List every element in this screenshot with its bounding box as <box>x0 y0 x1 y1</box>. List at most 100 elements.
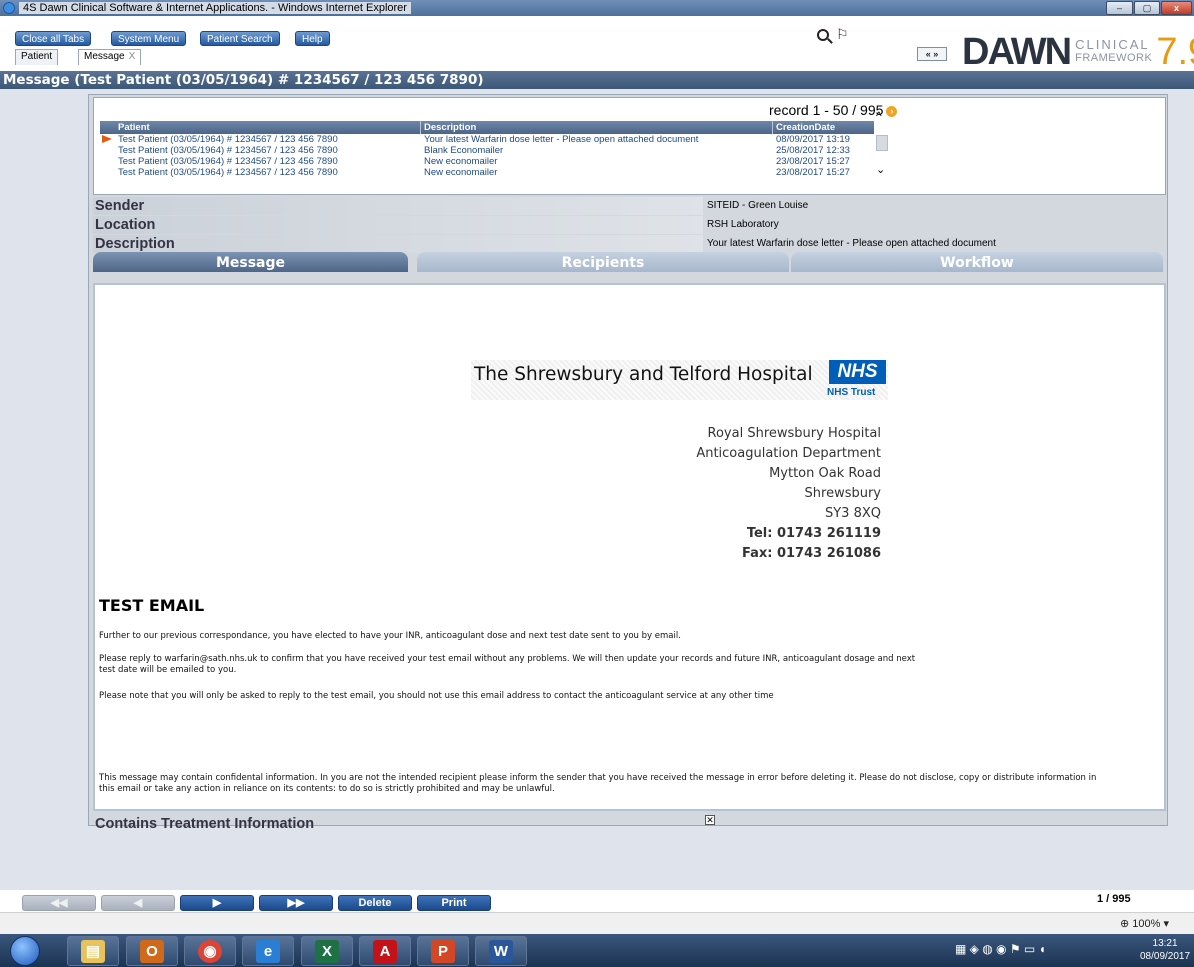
close-tab-icon[interactable]: X <box>129 51 136 62</box>
address-line: Shrewsbury <box>804 486 881 501</box>
zoom-level[interactable]: ⊕ 100% ▾ <box>1120 917 1169 930</box>
excel-icon: X <box>315 940 339 963</box>
tab-workflow[interactable]: Workflow <box>791 252 1163 272</box>
tab-patient[interactable]: Patient <box>15 49 59 65</box>
treatment-field: Contains Treatment Information ✕ <box>93 814 1166 832</box>
delete-button[interactable]: Delete <box>338 895 412 911</box>
hospital-header: The Shrewsbury and Telford Hospital NHS … <box>471 360 888 400</box>
ie-icon <box>3 2 15 14</box>
location-field: Location RSH Laboratory <box>93 216 1166 234</box>
start-button[interactable] <box>10 936 40 966</box>
system-tray-icons[interactable]: ▦ ◈ ◍ ◉ ⚑ ▭ ◖ <box>955 942 1046 956</box>
taskbar-outlook[interactable]: O <box>126 936 178 966</box>
logo-text: CLINICAL FRAMEWORK <box>1075 37 1152 64</box>
table-row[interactable]: Test Patient (03/05/1964) # 1234567 / 12… <box>100 145 874 156</box>
taskbar-word[interactable]: W <box>475 936 527 966</box>
taskbar: ▤ O ◉ e X A P W ▦ ◈ ◍ ◉ ⚑ ▭ ◖ 13:21 08/0… <box>0 934 1194 967</box>
tab-message-label: Message <box>84 51 125 62</box>
description-value: Your latest Warfarin dose letter - Pleas… <box>707 238 996 249</box>
first-record-button[interactable]: ◀◀ <box>22 895 96 911</box>
address-line: Royal Shrewsbury Hospital <box>707 426 881 441</box>
location-label: Location <box>95 217 156 233</box>
scroll-up-icon[interactable]: ^ <box>876 109 888 123</box>
letter-paragraph: Please note that you will only be asked … <box>99 691 774 701</box>
col-patient[interactable]: Patient <box>118 121 150 134</box>
nhs-logo: NHS <box>829 360 886 384</box>
tab-message-content[interactable]: Message <box>93 252 408 272</box>
scroll-down-icon[interactable]: ⌄ <box>876 163 885 176</box>
patient-search-button[interactable]: Patient Search <box>200 31 280 46</box>
cell-date: 25/08/2017 12:33 <box>776 145 850 156</box>
close-all-tabs-button[interactable]: Close all Tabs <box>15 31 92 46</box>
sender-value: SITEID - Green Louise <box>707 200 809 211</box>
col-creation-date[interactable]: CreationDate <box>776 121 835 134</box>
prev-record-button[interactable]: ◀ <box>101 895 175 911</box>
taskbar-ie[interactable]: e <box>242 936 294 966</box>
message-grid-box: record 1 - 50 / 995 › Patient Description… <box>93 97 1166 195</box>
search-icon[interactable] <box>817 29 829 41</box>
hospital-address: Royal Shrewsbury Hospital Anticoagulatio… <box>696 424 881 564</box>
tab-message[interactable]: Message X <box>78 49 142 65</box>
clock[interactable]: 13:21 08/09/2017 <box>1140 937 1190 963</box>
disclaimer: This message may contain confidental inf… <box>99 773 1097 794</box>
field-shade <box>93 235 703 253</box>
maximize-button[interactable]: ▢ <box>1134 1 1160 15</box>
cell-date: 08/09/2017 13:19 <box>776 134 850 145</box>
next-record-button[interactable]: ▶ <box>180 895 254 911</box>
dawn-logo: DAWNCLINICALFRAMEWORK7.9 <box>962 32 1194 72</box>
tab-scroll-arrows[interactable]: « » <box>917 47 947 61</box>
selected-row-arrow-icon <box>102 135 112 143</box>
close-window-button[interactable]: x <box>1161 1 1192 15</box>
message-content: The Shrewsbury and Telford Hospital NHS … <box>93 283 1166 811</box>
message-grid: Patient Description CreationDate Test Pa… <box>100 121 874 178</box>
nhs-trust-label: NHS Trust <box>827 387 876 398</box>
last-record-button[interactable]: ▶▶ <box>259 895 333 911</box>
chrome-icon: ◉ <box>198 940 222 963</box>
taskbar-acrobat[interactable]: A <box>359 936 411 966</box>
taskbar-chrome[interactable]: ◉ <box>184 936 236 966</box>
logo-name: DAWN <box>962 31 1072 73</box>
table-row[interactable]: Test Patient (03/05/1964) # 1234567 / 12… <box>100 167 874 178</box>
minimize-button[interactable]: – <box>1106 1 1133 15</box>
cell-patient: Test Patient (03/05/1964) # 1234567 / 12… <box>118 134 338 145</box>
letter-heading: TEST EMAIL <box>99 596 205 615</box>
taskbar-explorer[interactable]: ▤ <box>67 936 119 966</box>
table-row[interactable]: Test Patient (03/05/1964) # 1234567 / 12… <box>100 134 874 145</box>
sender-field: Sender SITEID - Green Louise <box>93 197 1166 215</box>
tab-recipients[interactable]: Recipients <box>417 252 789 272</box>
treatment-checkbox[interactable]: ✕ <box>705 815 715 825</box>
next-page-icon[interactable]: › <box>886 106 898 117</box>
clock-date: 08/09/2017 <box>1140 951 1191 962</box>
cell-patient: Test Patient (03/05/1964) # 1234567 / 12… <box>118 167 338 178</box>
cell-date: 23/08/2017 15:27 <box>776 167 850 178</box>
cell-description: New economailer <box>424 156 498 167</box>
taskbar-powerpoint[interactable]: P <box>417 936 469 966</box>
flag-icon[interactable]: ⚐ <box>836 26 849 43</box>
page-title: Message (Test Patient (03/05/1964) # 123… <box>0 71 1194 89</box>
col-description[interactable]: Description <box>424 121 476 134</box>
grid-scrollbar[interactable]: ^ ⌄ <box>876 109 890 178</box>
letter-paragraph: Please reply to warfarin@sath.nhs.uk to … <box>99 654 916 675</box>
page-count: 1 / 995 <box>1097 893 1131 905</box>
record-count-label: record 1 - 50 / 995 <box>769 102 884 118</box>
record-navigation: ◀◀ ◀ ▶ ▶▶ Delete Print 1 / 995 <box>0 890 1194 912</box>
sender-label: Sender <box>95 198 145 214</box>
cell-patient: Test Patient (03/05/1964) # 1234567 / 12… <box>118 145 338 156</box>
taskbar-excel[interactable]: X <box>301 936 353 966</box>
col-separator <box>420 121 421 134</box>
window-title: 4S Dawn Clinical Software & Internet App… <box>19 2 411 14</box>
print-button[interactable]: Print <box>417 895 491 911</box>
table-row[interactable]: Test Patient (03/05/1964) # 1234567 / 12… <box>100 156 874 167</box>
zoom-value: 100% <box>1132 918 1161 930</box>
scroll-thumb[interactable] <box>876 135 888 151</box>
window-title-bar: 4S Dawn Clinical Software & Internet App… <box>0 0 1194 16</box>
ie-taskbar-icon: e <box>256 940 280 963</box>
word-icon: W <box>489 940 513 963</box>
field-shade <box>93 197 703 215</box>
system-menu-button[interactable]: System Menu <box>111 31 187 46</box>
fax-line: Fax: 01743 261086 <box>741 546 881 561</box>
logo-line1: CLINICAL <box>1075 37 1150 52</box>
col-separator <box>772 121 773 134</box>
acrobat-icon: A <box>373 940 397 963</box>
help-button[interactable]: Help <box>295 31 330 46</box>
